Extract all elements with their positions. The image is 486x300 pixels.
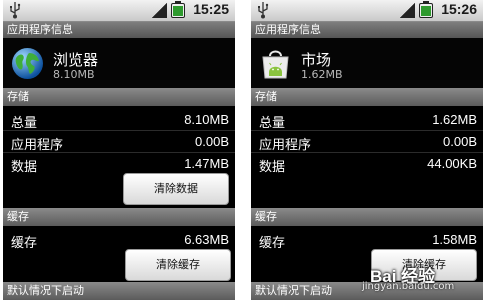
usb-icon [258,2,269,19]
app-header: 市场 1.62MB [251,38,483,88]
app-name: 浏览器 [53,51,99,69]
globe-icon [12,48,43,79]
row-value: 0.00B [443,134,477,149]
section-storage: 存储 [251,88,483,106]
row-data: 数据 44.00KB [251,153,483,175]
app-header: 浏览器 8.10MB [3,38,235,88]
row-label: 应用程序 [11,138,64,153]
signal-icon [399,3,415,18]
row-cache: 缓存 6.63MB [3,229,235,251]
row-value: 0.00B [195,134,229,149]
row-label: 数据 [11,160,38,175]
page-title: 应用程序信息 [251,22,483,38]
row-application: 应用程序 0.00B [251,131,483,153]
row-value: 6.63MB [184,232,229,247]
section-storage: 存储 [3,88,235,106]
section-cache: 缓存 [251,208,483,226]
row-label: 应用程序 [259,138,312,153]
section-launch-by-default: 默认情况下启动 [3,282,235,300]
baidu-watermark: Bai 经验 jingyan.baidu.com [362,262,480,294]
status-bar: 15:25 [3,0,235,22]
app-name: 市场 [301,51,332,69]
app-size: 1.62MB [301,68,343,81]
row-data: 数据 1.47MB [3,153,235,175]
row-label: 数据 [259,160,286,175]
row-value: 1.47MB [184,156,229,171]
section-cache: 缓存 [3,208,235,226]
row-label: 缓存 [259,236,286,251]
signal-icon [151,3,167,18]
row-total: 总量 1.62MB [251,109,483,131]
row-value: 44.00KB [427,156,477,171]
status-time: 15:26 [441,1,477,17]
watermark-url: jingyan.baidu.com [362,281,455,292]
status-time: 15:25 [193,1,229,17]
android-market-bag-icon [262,50,289,79]
row-total: 总量 8.10MB [3,109,235,131]
row-application: 应用程序 0.00B [3,131,235,153]
row-value: 8.10MB [184,112,229,127]
clear-cache-button[interactable]: 清除缓存 [125,249,231,281]
battery-icon [171,1,185,18]
page-title: 应用程序信息 [3,22,235,38]
app-size: 8.10MB [53,68,95,81]
row-label: 缓存 [11,236,38,251]
row-cache: 缓存 1.58MB [251,229,483,251]
battery-icon [419,1,433,18]
phone-screen-browser: 15:25 应用程序信息 浏览器 8.10MB 存储 总量 8.10MB 应用程… [3,0,235,300]
row-value: 1.58MB [432,232,477,247]
usb-icon [10,2,21,19]
status-bar: 15:26 [251,0,483,22]
clear-data-button[interactable]: 清除数据 [123,173,229,205]
row-label: 总量 [259,116,286,131]
row-label: 总量 [11,116,38,131]
phone-screen-market: 15:26 应用程序信息 市场 1.62MB 存储 总量 1.62MB 应用程序… [251,0,483,300]
row-value: 1.62MB [432,112,477,127]
